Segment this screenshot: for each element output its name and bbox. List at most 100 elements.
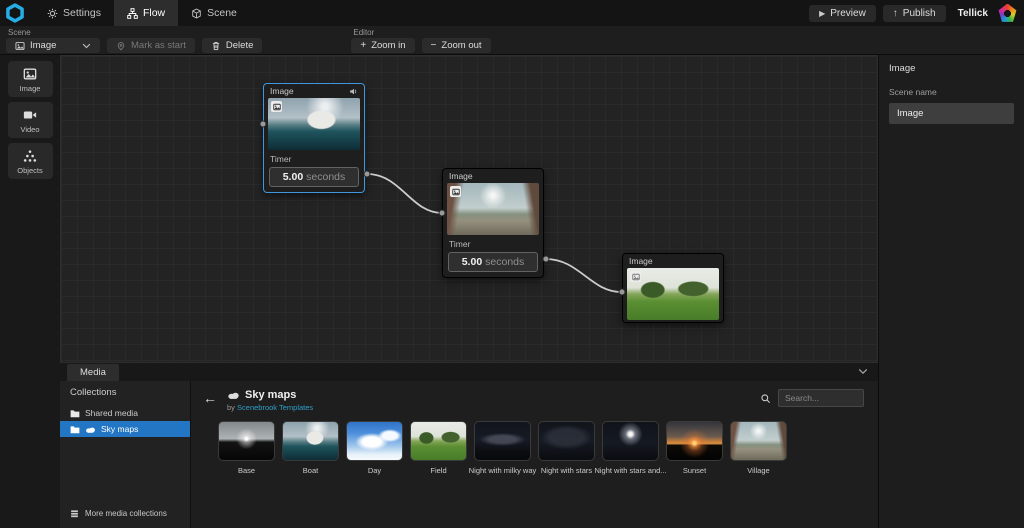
preview-button[interactable]: ▶ Preview [809,5,876,22]
media-item-thumbnail[interactable] [602,421,659,461]
hexagon-logo-icon [5,3,25,23]
collections-sidebar: Collections Shared media [60,381,190,528]
inspector-title: Image [889,63,1014,74]
connection-wire [367,174,442,213]
node-thumbnail[interactable] [447,183,539,235]
node-timer-field[interactable]: 5.00seconds [448,252,538,272]
delete-button-label: Delete [226,40,253,51]
mark-as-start-button[interactable]: Mark as start [107,38,195,53]
media-item-thumbnail[interactable] [410,421,467,461]
node-output-port[interactable] [364,171,371,178]
app-logo[interactable] [0,0,30,26]
top-bar-right: ▶ Preview ↑ Publish Tellick [809,0,1024,26]
collection-item-sky-maps[interactable]: Sky maps [60,421,190,437]
selection-actions-group: Mark as start Delete [107,28,262,53]
collections-header: Collections [60,387,190,405]
media-item-thumbnail[interactable] [474,421,531,461]
nav-tab-label: Settings [63,7,101,19]
preview-button-label: Preview [830,8,866,19]
minus-icon: − [431,41,437,51]
user-avatar[interactable] [998,4,1017,23]
center-column: Image Timer 5.00seconds [60,55,878,528]
byline-author-link[interactable]: Scenebrook Templates [237,403,313,412]
image-icon [23,67,37,81]
tool-objects-label: Objects [17,166,42,175]
main-nav: Settings Flow Scene [34,0,250,26]
scene-selector-value: Image [30,40,56,51]
flow-canvas[interactable]: Image Timer 5.00seconds [60,55,878,363]
collection-item-shared-media[interactable]: Shared media [60,405,190,421]
publish-button-label: Publish [903,8,936,19]
node-output-port[interactable] [543,256,550,263]
editor-group-label: Editor [351,28,490,38]
app-window: Settings Flow Scene ▶ Preview ↑ [0,0,1024,528]
nav-tab-flow[interactable]: Flow [114,0,178,26]
top-bar: Settings Flow Scene ▶ Preview ↑ [0,0,1024,26]
folder-icon [70,409,80,418]
plus-icon: + [360,41,366,51]
media-thumbnails: BaseBoatDayFieldNight with milky wayNigh… [218,421,868,475]
editor-group: Editor + Zoom in − Zoom out [351,28,490,53]
collection-item-label: Sky maps [101,424,138,434]
media-tab[interactable]: Media [67,364,119,381]
cloud-icon [227,391,240,399]
collection-item-label: Shared media [85,408,138,418]
nav-tab-scene[interactable]: Scene [178,0,250,26]
publish-button[interactable]: ↑ Publish [883,5,946,22]
scene-group: Scene Image [6,28,100,53]
collapse-panel-chevron-icon[interactable] [858,368,868,375]
media-item-thumbnail[interactable] [538,421,595,461]
delete-button[interactable]: Delete [202,38,262,53]
media-item-thumbnail[interactable] [666,421,723,461]
tool-image-button[interactable]: Image [8,61,53,97]
tool-video-label: Video [20,125,39,134]
media-item-thumbnail[interactable] [282,421,339,461]
inspector-panel: Image Scene name [878,55,1024,528]
node-thumbnail[interactable] [627,268,719,320]
timer-value: 5.00 [283,171,303,183]
tool-objects-button[interactable]: Objects [8,143,53,179]
media-item-thumbnail[interactable] [346,421,403,461]
nav-tab-settings[interactable]: Settings [34,0,114,26]
gear-icon [47,8,58,19]
media-item-thumbnail[interactable] [730,421,787,461]
editor-toolbar: Scene Image [0,26,1024,55]
upload-icon: ↑ [893,8,898,19]
node-thumbnail[interactable] [268,98,360,150]
nav-tab-label: Flow [143,7,165,19]
main-area: Image Video Objects [0,55,1024,528]
back-button[interactable]: ← [203,391,217,405]
node-timer-field[interactable]: 5.00seconds [269,167,359,187]
tool-image-label: Image [20,84,41,93]
video-camera-icon [23,108,37,122]
play-icon: ▶ [819,9,825,18]
flow-node-image-1[interactable]: Image Timer 5.00seconds [263,83,365,193]
flow-node-image-2[interactable]: Image Timer 5.00seconds [442,168,544,278]
node-input-port[interactable] [619,289,626,296]
zoom-out-button[interactable]: − Zoom out [422,38,491,53]
objects-dots-icon [23,149,37,163]
image-icon [630,271,641,282]
tool-video-button[interactable]: Video [8,102,53,138]
scene-group-label: Scene [6,28,100,38]
stacked-collections-icon [70,509,79,518]
search-icon [760,393,771,404]
search-input[interactable] [778,389,864,407]
node-title: Image [629,256,653,266]
tool-rail: Image Video Objects [0,55,60,528]
scene-selector-dropdown[interactable]: Image [6,38,100,53]
media-item[interactable]: Village [730,421,787,475]
zoom-in-button[interactable]: + Zoom in [351,38,414,53]
more-media-collections-button[interactable]: More media collections [60,506,190,521]
more-media-collections-label: More media collections [85,509,167,518]
username-label: Tellick [958,8,988,19]
media-panel: Media Collections Shared media [60,363,878,528]
flow-node-image-3[interactable]: Image [622,253,724,323]
cloud-icon [85,426,96,433]
scene-name-input[interactable] [889,103,1014,124]
node-input-port[interactable] [439,210,446,217]
zoom-in-label: Zoom in [371,40,405,51]
media-item-thumbnail[interactable] [218,421,275,461]
node-input-port[interactable] [260,121,267,128]
trash-icon [211,41,221,51]
